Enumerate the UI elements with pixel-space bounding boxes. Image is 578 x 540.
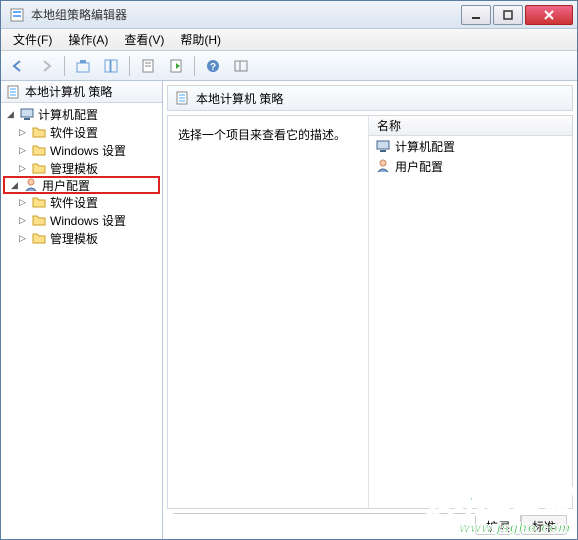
- export-button[interactable]: [163, 54, 189, 78]
- menubar: 文件(F) 操作(A) 查看(V) 帮助(H): [1, 29, 577, 51]
- tab-extended[interactable]: 扩展: [475, 515, 521, 535]
- tree[interactable]: ◢ 计算机配置 ▷ 软件设置 ▷ Windows 设置: [1, 103, 162, 539]
- tab-standard[interactable]: 标准: [521, 515, 567, 535]
- tree-label: 用户配置: [42, 177, 90, 194]
- list-header-label: 名称: [377, 117, 401, 134]
- tree-header-label: 本地计算机 策略: [25, 83, 112, 100]
- computer-icon: [375, 138, 391, 154]
- window-title: 本地组策略编辑器: [31, 6, 461, 23]
- list-header-name[interactable]: 名称: [369, 116, 572, 136]
- content-body: 选择一个项目来查看它的描述。 名称 计算机配置 用户配置: [167, 115, 573, 509]
- back-button[interactable]: [5, 54, 31, 78]
- menu-file[interactable]: 文件(F): [5, 29, 60, 50]
- tabs-row: 扩展 标准: [167, 513, 573, 535]
- properties-button[interactable]: [135, 54, 161, 78]
- tree-node-user-software-settings[interactable]: ▷ 软件设置: [3, 193, 160, 211]
- filter-button[interactable]: [228, 54, 254, 78]
- collapse-icon[interactable]: ◢: [9, 180, 20, 191]
- help-button[interactable]: ?: [200, 54, 226, 78]
- forward-button[interactable]: [33, 54, 59, 78]
- minimize-button[interactable]: [461, 5, 491, 25]
- computer-icon: [19, 106, 35, 122]
- tabs-line: [173, 513, 475, 514]
- show-hide-tree-button[interactable]: [98, 54, 124, 78]
- tree-label: 管理模板: [50, 230, 98, 247]
- tree-pane: 本地计算机 策略 ◢ 计算机配置 ▷ 软件设置 ▷: [1, 81, 163, 539]
- list-item-label: 计算机配置: [395, 138, 455, 155]
- up-button[interactable]: [70, 54, 96, 78]
- toolbar: ?: [1, 51, 577, 81]
- policy-icon: [5, 84, 21, 100]
- tab-label: 标准: [532, 520, 556, 534]
- svg-text:?: ?: [210, 62, 216, 73]
- expand-icon[interactable]: ▷: [17, 215, 28, 226]
- tree-label: 软件设置: [50, 124, 98, 141]
- content-header: 本地计算机 策略: [167, 85, 573, 111]
- expand-icon[interactable]: ▷: [17, 163, 28, 174]
- list-item-computer-config[interactable]: 计算机配置: [369, 136, 572, 156]
- expand-icon[interactable]: ▷: [17, 233, 28, 244]
- folder-icon: [31, 230, 47, 246]
- menu-view[interactable]: 查看(V): [116, 29, 172, 50]
- folder-icon: [31, 142, 47, 158]
- tab-label: 扩展: [486, 520, 510, 534]
- body: 本地计算机 策略 ◢ 计算机配置 ▷ 软件设置 ▷: [1, 81, 577, 539]
- content-header-label: 本地计算机 策略: [196, 90, 283, 107]
- tree-label: 计算机配置: [38, 106, 98, 123]
- description-column: 选择一个项目来查看它的描述。: [168, 116, 368, 508]
- expand-icon[interactable]: ▷: [17, 127, 28, 138]
- folder-icon: [31, 212, 47, 228]
- tree-node-software-settings[interactable]: ▷ 软件设置: [3, 123, 160, 141]
- toolbar-separator: [194, 56, 195, 76]
- policy-icon: [174, 90, 190, 106]
- list-item-label: 用户配置: [395, 158, 443, 175]
- window-controls: [461, 5, 573, 25]
- folder-icon: [31, 124, 47, 140]
- app-icon: [9, 7, 25, 23]
- tree-header: 本地计算机 策略: [1, 81, 162, 103]
- tree-node-user-config[interactable]: ◢ 用户配置: [3, 176, 160, 194]
- tree-label: 管理模板: [50, 160, 98, 177]
- window: 本地组策略编辑器 文件(F) 操作(A) 查看(V) 帮助(H) ?: [0, 0, 578, 540]
- titlebar: 本地组策略编辑器: [1, 1, 577, 29]
- user-icon: [23, 177, 39, 193]
- tree-label: 软件设置: [50, 194, 98, 211]
- tree-node-user-admin-templates[interactable]: ▷ 管理模板: [3, 229, 160, 247]
- toolbar-separator: [64, 56, 65, 76]
- expand-icon[interactable]: ▷: [17, 145, 28, 156]
- description-text: 选择一个项目来查看它的描述。: [178, 128, 346, 142]
- tree-node-user-windows-settings[interactable]: ▷ Windows 设置: [3, 211, 160, 229]
- tree-label: Windows 设置: [50, 212, 126, 229]
- menu-action[interactable]: 操作(A): [60, 29, 116, 50]
- menu-help[interactable]: 帮助(H): [172, 29, 229, 50]
- tree-node-computer-config[interactable]: ◢ 计算机配置: [3, 105, 160, 123]
- maximize-button[interactable]: [493, 5, 523, 25]
- folder-icon: [31, 160, 47, 176]
- tree-label: Windows 设置: [50, 142, 126, 159]
- close-button[interactable]: [525, 5, 573, 25]
- expand-icon[interactable]: ▷: [17, 197, 28, 208]
- list-item-user-config[interactable]: 用户配置: [369, 156, 572, 176]
- collapse-icon[interactable]: ◢: [5, 109, 16, 120]
- tree-node-admin-templates[interactable]: ▷ 管理模板: [3, 159, 160, 177]
- toolbar-separator: [129, 56, 130, 76]
- list-column: 名称 计算机配置 用户配置: [368, 116, 572, 508]
- user-icon: [375, 158, 391, 174]
- folder-icon: [31, 194, 47, 210]
- content-pane: 本地计算机 策略 选择一个项目来查看它的描述。 名称 计算机配置: [163, 81, 577, 539]
- tree-node-windows-settings[interactable]: ▷ Windows 设置: [3, 141, 160, 159]
